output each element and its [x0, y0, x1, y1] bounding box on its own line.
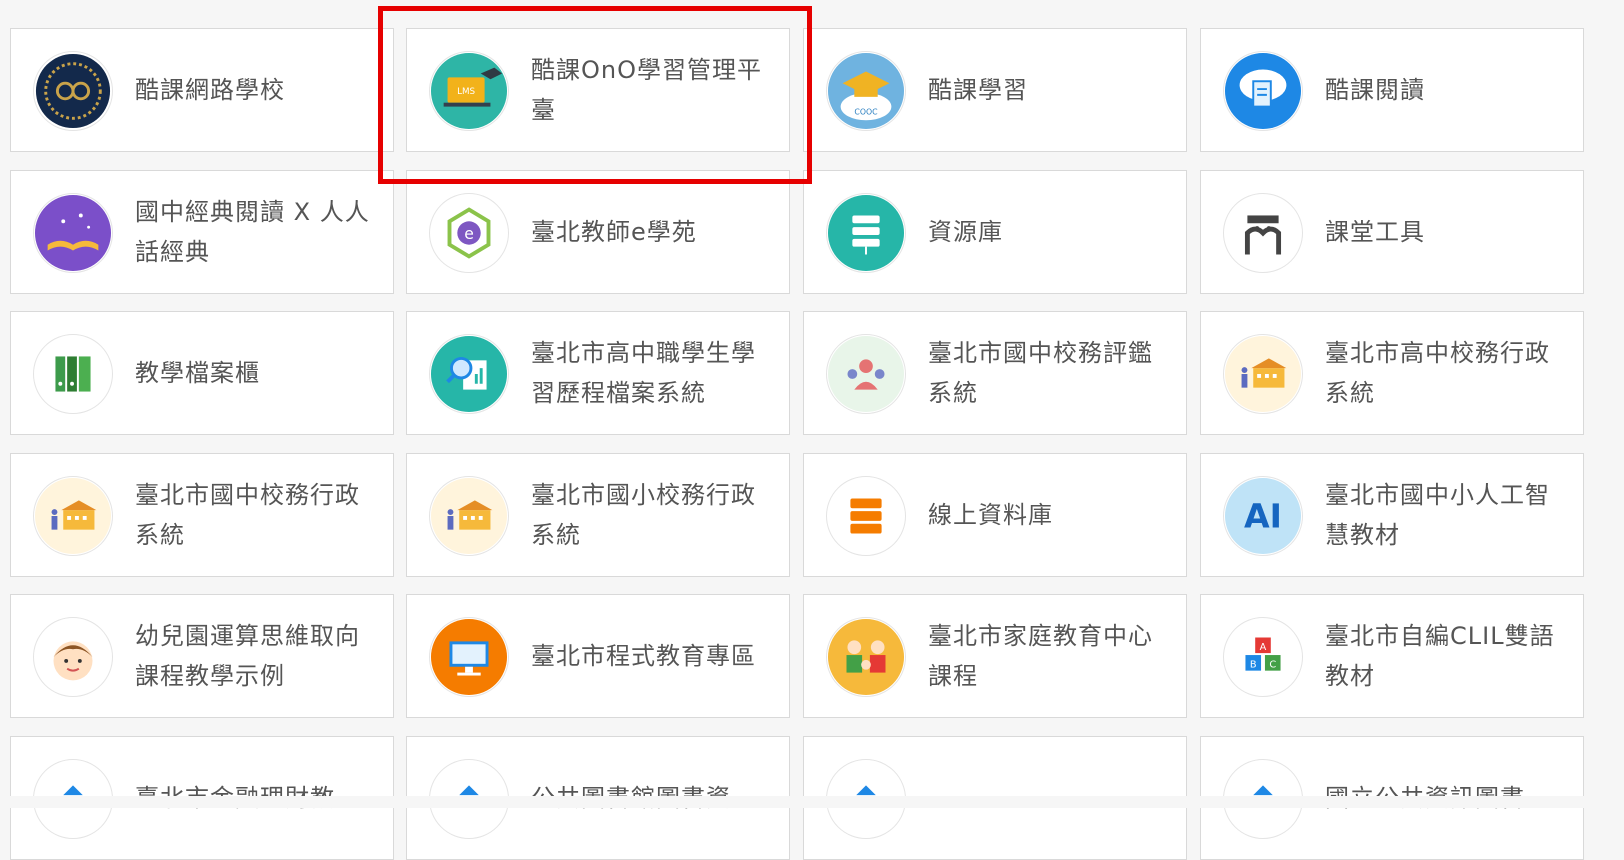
lms-laptop-icon: LMS	[429, 51, 509, 131]
resource-card[interactable]: 臺北市國中校務評鑑系統	[803, 311, 1187, 435]
resource-card-label: 臺北市國中校務行政系統	[135, 481, 360, 549]
resource-card-label: 臺北市高中校務行政系統	[1325, 339, 1550, 407]
resource-card[interactable]: 資源庫	[803, 170, 1187, 294]
resource-card[interactable]: 臺北市國小校務行政系統	[406, 453, 790, 577]
cooc-graduation-cloud-icon: COOC	[826, 51, 906, 131]
resource-card-label: 線上資料庫	[928, 501, 1053, 529]
resource-card-label: 臺北市家庭教育中心課程	[928, 622, 1153, 690]
resource-card[interactable]: 課堂工具	[1200, 170, 1584, 294]
resource-card-label: 臺北市自編CLIL雙語教材	[1325, 622, 1555, 690]
resource-card[interactable]: 線上資料庫	[803, 453, 1187, 577]
abc-blocks-icon: AB C	[1223, 617, 1303, 697]
resource-card-label: 資源庫	[928, 218, 1003, 246]
resource-card[interactable]: A B C 臺北市自編CLIL雙語教材	[1200, 594, 1584, 718]
magnifier-report-icon	[429, 334, 509, 414]
resource-card[interactable]: e 臺北教師e學苑	[406, 170, 790, 294]
binder-folders-icon	[33, 334, 113, 414]
resource-card[interactable]: 酷課網路學校	[10, 28, 394, 152]
cooc-school-emblem-icon	[33, 51, 113, 131]
resource-card-label: 臺北市國小校務行政系統	[531, 481, 756, 549]
resource-card-label: 酷課閱讀	[1325, 76, 1425, 104]
resource-card[interactable]: LMS 酷課OnO學習管理平臺	[406, 28, 790, 152]
ai-letters-icon: AI	[1223, 476, 1303, 556]
resource-card-label: 酷課網路學校	[135, 76, 285, 104]
family-icon	[826, 617, 906, 697]
resource-card-label: 酷課OnO學習管理平臺	[531, 56, 762, 124]
resource-card-label: 教學檔案櫃	[135, 359, 260, 387]
school-building-icon	[1223, 334, 1303, 414]
child-face-icon	[33, 617, 113, 697]
resource-card[interactable]: 酷課閱讀	[1200, 28, 1584, 152]
school-building-icon	[429, 476, 509, 556]
svg-text:e: e	[464, 225, 474, 243]
resource-card[interactable]: 臺北市程式教育專區	[406, 594, 790, 718]
resource-card-label: 臺北市程式教育專區	[531, 642, 756, 670]
resource-card-label: 臺北市高中職學生學習歷程檔案系統	[531, 339, 756, 407]
resource-card-label: 酷課學習	[928, 76, 1028, 104]
database-stack-icon	[826, 476, 906, 556]
server-stack-icon	[826, 193, 906, 273]
resource-grid: 酷課網路學校 LMS 酷課OnO學習管理平臺 COOC 酷課學習 酷課閱讀國中經典閱讀 X…	[0, 0, 1624, 860]
resource-card[interactable]: 臺北市國中校務行政系統	[10, 453, 394, 577]
resource-card-label: 幼兒園運算思維取向課程教學示例	[135, 622, 360, 690]
resource-card-label: 國中經典閱讀 X 人人話經典	[135, 198, 370, 266]
cloud-reading-icon	[1223, 51, 1303, 131]
resource-card-label: 臺北市國中小人工智慧教材	[1325, 481, 1550, 549]
svg-text:AI: AI	[1244, 497, 1282, 536]
resource-card-label: 臺北教師e學苑	[531, 218, 697, 246]
open-book-stars-icon	[33, 193, 113, 273]
people-group-icon	[826, 334, 906, 414]
resource-card[interactable]: 臺北市家庭教育中心課程	[803, 594, 1187, 718]
resource-card-label: 臺北市國中校務評鑑系統	[928, 339, 1153, 407]
resource-card[interactable]: 國中經典閱讀 X 人人話經典	[10, 170, 394, 294]
resource-card-label: 課堂工具	[1325, 218, 1425, 246]
resource-card[interactable]: 幼兒園運算思維取向課程教學示例	[10, 594, 394, 718]
resource-card[interactable]: AI 臺北市國中小人工智慧教材	[1200, 453, 1584, 577]
classroom-mascot-icon	[1223, 193, 1303, 273]
viewport-bottom-edge	[0, 796, 1624, 808]
svg-text:COOC: COOC	[854, 107, 878, 116]
resource-card[interactable]: 臺北市高中職學生學習歷程檔案系統	[406, 311, 790, 435]
svg-text:C: C	[1269, 660, 1276, 671]
svg-text:LMS: LMS	[457, 87, 475, 97]
svg-text:B: B	[1250, 660, 1257, 671]
computer-monitor-icon	[429, 617, 509, 697]
svg-text:A: A	[1260, 642, 1267, 653]
resource-card[interactable]: 教學檔案櫃	[10, 311, 394, 435]
resource-card[interactable]: COOC 酷課學習	[803, 28, 1187, 152]
resource-card[interactable]: 臺北市高中校務行政系統	[1200, 311, 1584, 435]
e-learning-hexagon-icon: e	[429, 193, 509, 273]
school-building-icon	[33, 476, 113, 556]
